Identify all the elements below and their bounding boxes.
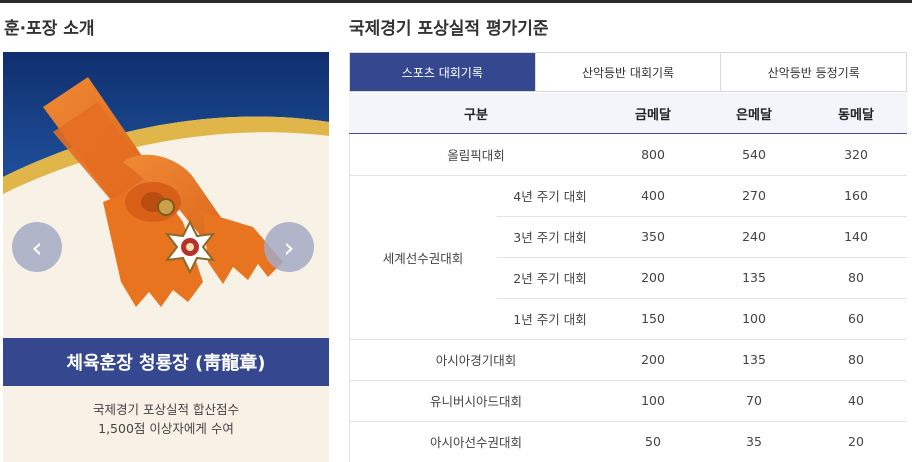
table-cell-silver: 540: [742, 147, 766, 162]
tab-sports-records[interactable]: 스포츠 대회기록: [350, 53, 535, 91]
tab-climbing-ascent[interactable]: 산악등반 등정기록: [720, 53, 907, 91]
table-cell-gold: 400: [641, 188, 665, 203]
medal-image: [3, 52, 329, 338]
table-cell-category: 세계선수권대회: [382, 250, 464, 266]
table-cell-gold: 200: [641, 270, 665, 285]
table-cell-silver: 135: [742, 270, 766, 285]
table-cell-bronze: 320: [844, 147, 868, 162]
criteria-tabs: 스포츠 대회기록 산악등반 대회기록 산악등반 등정기록: [349, 52, 907, 92]
table-cell-gold: 200: [641, 352, 665, 367]
table-cell-subcategory: 3년 주기 대회: [513, 230, 587, 245]
table-cell-silver: 240: [742, 229, 766, 244]
table-cell-bronze: 160: [844, 188, 868, 203]
table-cell-subcategory: 4년 주기 대회: [513, 189, 587, 204]
top-border: [0, 0, 912, 3]
header-bronze: 동메달: [838, 107, 874, 123]
table-cell-bronze: 140: [844, 229, 868, 244]
table-cell-subcategory: 2년 주기 대회: [513, 271, 587, 286]
table-cell-gold: 100: [641, 393, 665, 408]
table-cell-gold: 350: [641, 229, 665, 244]
section-title-criteria: 국제경기 포상실적 평가기준: [349, 19, 549, 39]
table-cell-subcategory: 1년 주기 대회: [513, 312, 587, 327]
table-cell-bronze: 80: [848, 270, 864, 285]
medal-name: 체육훈장 청룡장 (靑龍章): [3, 338, 329, 386]
criteria-table-body: 올림픽대회 800 540 320 세계선수권대회 4년 주기 대회 400 2…: [349, 134, 907, 462]
table-cell-category: 아시아경기대회: [435, 353, 517, 368]
table-cell-bronze: 80: [848, 352, 864, 367]
table-cell-silver: 135: [742, 352, 766, 367]
table-cell-bronze: 20: [848, 434, 864, 449]
table-cell-silver: 70: [746, 393, 762, 408]
next-arrow-button[interactable]: ›: [264, 222, 314, 272]
table-cell-category: 올림픽대회: [447, 148, 505, 163]
table-cell-bronze: 60: [848, 311, 864, 326]
header-silver: 은메달: [736, 107, 772, 123]
table-cell-silver: 35: [746, 434, 762, 449]
medal-description-line: 1,500점 이상자에게 수여: [98, 421, 234, 436]
table-cell-silver: 270: [742, 188, 766, 203]
tab-climbing-competition[interactable]: 산악등반 대회기록: [534, 53, 721, 91]
section-title-medals: 훈·포장 소개: [4, 19, 95, 39]
medal-description: 국제경기 포상실적 합산점수 1,500점 이상자에게 수여: [3, 400, 329, 438]
header-gold: 금메달: [635, 107, 671, 123]
table-cell-silver: 100: [742, 311, 766, 326]
medal-slider: ‹ › 체육훈장 청룡장 (靑龍章) 국제경기 포상실적 합산점수 1,500점…: [3, 52, 329, 462]
table-header: 구분 금메달 은메달 동메달: [349, 93, 907, 134]
table-cell-bronze: 40: [848, 393, 864, 408]
table-cell-gold: 50: [645, 434, 661, 449]
chevron-left-icon: ‹: [31, 230, 43, 264]
table-cell-gold: 150: [641, 311, 665, 326]
table-cell-category: 아시아선수권대회: [429, 435, 522, 450]
table-cell-gold: 800: [641, 147, 665, 162]
medal-description-line: 국제경기 포상실적 합산점수: [93, 402, 239, 417]
table-cell-category: 유니버시아드대회: [429, 394, 522, 409]
prev-arrow-button[interactable]: ‹: [12, 222, 62, 272]
header-category: 구분: [464, 107, 488, 123]
chevron-right-icon: ›: [283, 230, 295, 264]
